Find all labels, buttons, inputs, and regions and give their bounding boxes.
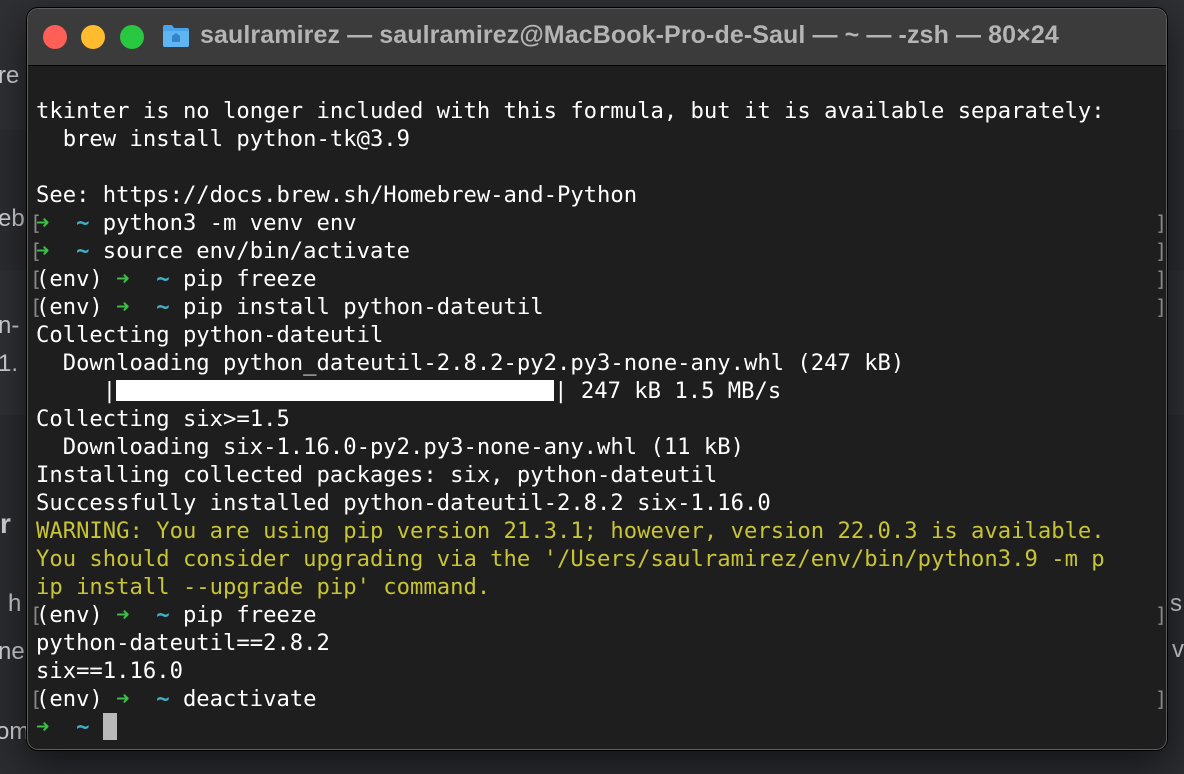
output-line: Collecting six>=1.5 <box>36 406 290 432</box>
bg-text: n- <box>0 312 20 339</box>
output-line: Successfully installed python-dateutil-2… <box>36 490 771 516</box>
mark-bracket-left: [ <box>30 687 43 711</box>
mark-bracket-left: [ <box>30 239 43 263</box>
mark-bracket-left: [ <box>30 211 43 235</box>
output-line: tkinter is no longer included with this … <box>36 98 1105 124</box>
prompt-line: [(env) ➜ ~ pip install python-dateutil] <box>30 293 1166 321</box>
output-line: Downloading six-1.16.0-py2.py3-none-any.… <box>36 434 744 460</box>
output-line: brew install python-tk@3.9 <box>36 126 411 152</box>
zoom-button[interactable] <box>120 25 144 49</box>
terminal-window[interactable]: saulramirez — saulramirez@MacBook-Pro-de… <box>27 8 1167 750</box>
progress-prefix: | <box>36 378 117 404</box>
output-line: python-dateutil==2.8.2 <box>36 630 330 656</box>
bg-text: eb <box>0 205 25 232</box>
prompt-line: [(env) ➜ ~ deactivate] <box>30 685 1166 713</box>
command-text: pip freeze <box>182 602 317 628</box>
mark-bracket-right: ] <box>1155 267 1167 291</box>
bg-text: r <box>0 508 11 539</box>
prompt-line: [(env) ➜ ~ pip freeze] <box>30 601 1166 629</box>
mark-bracket-right: ] <box>1155 239 1167 263</box>
minimize-button[interactable] <box>81 25 105 49</box>
bg-text: h <box>8 590 22 617</box>
progress-line: | | 247 kB 1.5 MB/s <box>36 377 1156 405</box>
text-cursor[interactable] <box>102 713 117 740</box>
mark-bracket-left: [ <box>30 267 43 291</box>
mark-bracket-left: [ <box>30 295 43 319</box>
bg-text: re <box>0 62 20 89</box>
prompt-tilde: ~ <box>156 266 170 292</box>
warning-line: You should consider upgrading via the '/… <box>36 546 1105 572</box>
prompt-tilde: ~ <box>76 714 90 740</box>
folder-icon <box>163 25 189 47</box>
mark-bracket-right: ] <box>1155 603 1167 627</box>
output-line: Collecting python-dateutil <box>36 322 384 348</box>
command-text: pip freeze <box>182 266 317 292</box>
command-text: deactivate <box>182 686 317 712</box>
output-line: Downloading python_dateutil-2.8.2-py2.py… <box>36 350 905 376</box>
bg-text: om <box>0 718 30 745</box>
prompt-arrow: ➜ <box>116 266 130 292</box>
prompt-tilde: ~ <box>76 238 90 264</box>
prompt-tilde: ~ <box>76 210 90 236</box>
venv-prefix: (env) <box>36 686 103 712</box>
prompt-arrow: ➜ <box>116 294 130 320</box>
progress-suffix: | 247 kB 1.5 MB/s <box>554 378 782 404</box>
warning-line: ip install --upgrade pip' command. <box>36 574 491 600</box>
progress-bar-fill <box>116 380 555 401</box>
active-prompt-line[interactable]: ➜ ~ <box>36 713 1156 741</box>
output-line: See: https://docs.brew.sh/Homebrew-and-P… <box>36 182 638 208</box>
mark-bracket-right: ] <box>1155 687 1167 711</box>
bg-text: s <box>1170 590 1182 617</box>
prompt-arrow: ➜ <box>116 602 130 628</box>
venv-prefix: (env) <box>36 266 103 292</box>
venv-prefix: (env) <box>36 602 103 628</box>
prompt-line: [➜ ~ python3 -m venv env] <box>30 209 1166 237</box>
command-text: source env/bin/activate <box>102 238 411 264</box>
command-text: pip install python-dateutil <box>182 294 544 320</box>
prompt-tilde: ~ <box>156 602 170 628</box>
command-text: python3 -m venv env <box>102 210 357 236</box>
warning-line: WARNING: You are using pip version 21.3.… <box>36 518 1105 544</box>
title-bar[interactable]: saulramirez — saulramirez@MacBook-Pro-de… <box>28 9 1166 66</box>
prompt-line: [➜ ~ source env/bin/activate] <box>30 237 1166 265</box>
close-button[interactable] <box>43 25 67 49</box>
prompt-arrow: ➜ <box>116 686 130 712</box>
output-line: Installing collected packages: six, pyth… <box>36 462 718 488</box>
bg-text: 1. <box>0 350 19 377</box>
output-line: six==1.16.0 <box>36 658 183 684</box>
venv-prefix: (env) <box>36 294 103 320</box>
window-title: saulramirez — saulramirez@MacBook-Pro-de… <box>200 21 1059 49</box>
terminal-output[interactable]: tkinter is no longer included with this … <box>30 97 1166 741</box>
mark-bracket-right: ] <box>1155 295 1167 319</box>
prompt-arrow: ➜ <box>36 714 50 740</box>
mark-bracket-left: [ <box>30 603 43 627</box>
prompt-line: [(env) ➜ ~ pip freeze] <box>30 265 1166 293</box>
progress-bar <box>116 380 555 401</box>
bg-text: v <box>1172 636 1184 663</box>
bg-text: ne <box>0 638 25 665</box>
prompt-tilde: ~ <box>156 294 170 320</box>
mark-bracket-right: ] <box>1155 211 1167 235</box>
prompt-tilde: ~ <box>156 686 170 712</box>
